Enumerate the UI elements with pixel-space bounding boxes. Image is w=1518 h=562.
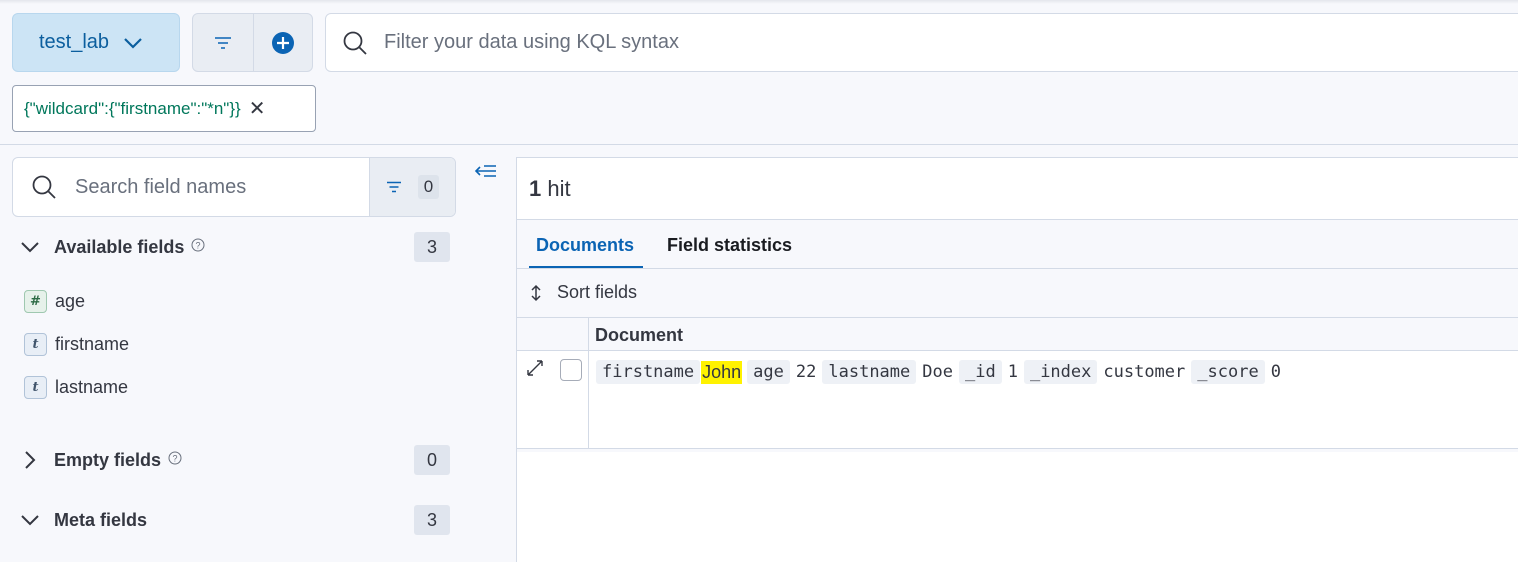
- svg-text:?: ?: [173, 453, 178, 463]
- column-header-document[interactable]: Document: [595, 325, 683, 346]
- results-panel: 1 hit Documents Field statistics Sort fi…: [516, 157, 1518, 562]
- expand-icon[interactable]: [526, 359, 544, 382]
- chevron-down-icon: [21, 242, 39, 253]
- empty-fields-title: Empty fields: [54, 449, 162, 470]
- divider: [517, 268, 1518, 269]
- search-icon: [32, 175, 56, 199]
- filter-pill-label: {"wildcard":{"firstname":"*n"}}: [24, 98, 241, 118]
- row-select-checkbox[interactable]: [560, 359, 582, 381]
- add-filter-button[interactable]: [252, 14, 313, 71]
- field-name: lastname: [55, 376, 129, 397]
- doc-key: firstname: [596, 360, 701, 384]
- available-fields-count: 3: [414, 232, 450, 262]
- doc-value: 1: [1007, 362, 1018, 382]
- available-fields-title: Available fields: [54, 236, 185, 257]
- query-menu-button[interactable]: [193, 14, 253, 71]
- hit-count-number: 1: [529, 176, 542, 201]
- tab-field-statistics[interactable]: Field statistics: [667, 235, 792, 256]
- field-sidebar: 0 Available fields ? 3 # age t firstname…: [0, 145, 516, 562]
- field-name: age: [55, 290, 86, 311]
- data-view-name: test_lab: [39, 31, 110, 53]
- filter-count-badge: 0: [417, 175, 440, 199]
- collapse-sidebar-icon[interactable]: [474, 164, 498, 187]
- hit-count: 1 hit: [529, 176, 571, 202]
- sort-fields-button[interactable]: Sort fields: [529, 282, 637, 303]
- doc-value: customer: [1103, 362, 1186, 382]
- meta-fields-count: 3: [414, 505, 450, 535]
- empty-fields-section[interactable]: Empty fields ? 0: [18, 445, 450, 475]
- field-name: firstname: [55, 333, 130, 354]
- doc-value-highlighted: John: [701, 360, 743, 384]
- filter-lines-icon: [214, 36, 231, 49]
- empty-fields-count: 0: [414, 445, 450, 475]
- help-icon: ?: [191, 238, 205, 251]
- doc-value: 0: [1270, 362, 1281, 382]
- plus-circle-icon: [271, 31, 294, 54]
- meta-fields-section[interactable]: Meta fields 3: [18, 505, 450, 535]
- number-type-icon: #: [24, 289, 47, 313]
- filter-pill[interactable]: {"wildcard":{"firstname":"*n"}} ✕: [12, 85, 316, 132]
- available-fields-section[interactable]: Available fields ? 3: [18, 232, 450, 262]
- chevron-down-icon: [21, 515, 39, 526]
- sort-fields-label: Sort fields: [557, 282, 638, 302]
- table-row: firstname John age 22 lastname Doe _id 1…: [517, 351, 1518, 449]
- field-type-filter-button[interactable]: 0: [369, 158, 455, 216]
- hit-count-label: hit: [547, 176, 571, 201]
- top-shadow: [0, 0, 1518, 4]
- doc-key: lastname: [822, 360, 917, 384]
- svg-text:?: ?: [196, 240, 201, 250]
- string-type-icon: t: [24, 375, 47, 399]
- document-summary: firstname John age 22 lastname Doe _id 1…: [596, 360, 1287, 384]
- help-icon: ?: [168, 451, 182, 464]
- string-type-icon: t: [24, 332, 47, 356]
- doc-value: 22: [795, 362, 817, 382]
- doc-key: _index: [1023, 360, 1098, 384]
- chevron-down-icon: [124, 37, 142, 49]
- doc-value: Doe: [922, 362, 953, 382]
- grid-header: Document: [517, 318, 1518, 351]
- query-actions-group: [192, 13, 313, 72]
- sort-icon: [531, 284, 541, 301]
- field-search-input[interactable]: [75, 175, 335, 199]
- doc-key: _id: [958, 360, 1002, 384]
- field-item-firstname[interactable]: t firstname: [24, 332, 129, 356]
- tab-documents[interactable]: Documents: [536, 235, 634, 256]
- meta-fields-title: Meta fields: [54, 509, 148, 530]
- search-icon: [343, 31, 367, 55]
- field-item-lastname[interactable]: t lastname: [24, 375, 128, 399]
- kql-query-input[interactable]: [384, 31, 1384, 54]
- data-view-selector[interactable]: test_lab: [12, 13, 180, 72]
- kql-query-bar[interactable]: [325, 13, 1518, 72]
- doc-key: age: [747, 360, 790, 384]
- field-item-age[interactable]: # age: [24, 289, 85, 313]
- close-icon[interactable]: ✕: [249, 99, 266, 119]
- chevron-right-icon: [25, 451, 36, 469]
- field-search-box: 0: [12, 157, 456, 217]
- doc-key: _score: [1191, 360, 1265, 384]
- filter-lines-icon: [386, 181, 401, 193]
